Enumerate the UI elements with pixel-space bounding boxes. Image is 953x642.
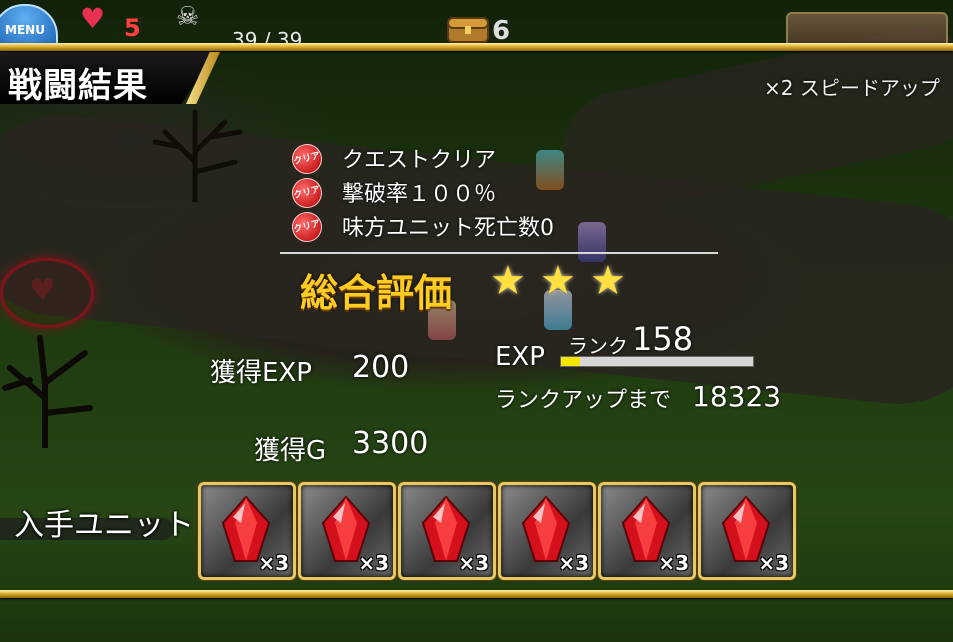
- treasure-chest-icon: [447, 17, 489, 43]
- clear-badge-icon: クリア: [288, 174, 326, 212]
- clear-condition: クリア 味方ユニット死亡数0: [288, 208, 712, 246]
- clear-badge-icon: クリア: [288, 208, 326, 246]
- unit-quantity: ×3: [358, 551, 389, 575]
- exp-progress-bar: [560, 356, 754, 367]
- overall-rating-label: 総合評価: [300, 271, 453, 315]
- obtained-unit-slot[interactable]: ×3: [698, 482, 796, 580]
- skull-icon: ☠: [176, 2, 200, 32]
- clear-badge-icon: クリア: [288, 140, 326, 178]
- earned-exp-label: 獲得EXP: [210, 358, 312, 388]
- rank-up-label: ランクアップまで: [495, 388, 672, 413]
- clear-condition: クリア 撃破率１００％: [288, 174, 712, 212]
- clear-condition: クリア クエストクリア: [288, 140, 712, 178]
- divider: [280, 252, 718, 254]
- top-hud: MENU ♥ 5 ☠ 39 / 39 6: [0, 0, 953, 52]
- unit-quantity: ×3: [458, 551, 489, 575]
- exp-label: EXP: [495, 342, 545, 372]
- unit-quantity: ×3: [258, 551, 289, 575]
- clear-condition-text: 味方ユニット死亡数0: [342, 216, 554, 241]
- star-icon: ★: [590, 258, 626, 304]
- clear-condition-text: クエストクリア: [342, 148, 497, 173]
- rank-up-value: 18323: [692, 380, 782, 413]
- earned-gold-label: 獲得G: [254, 436, 327, 466]
- life-heart-icon: ♥: [80, 2, 106, 35]
- life-value: 5: [124, 14, 141, 42]
- unit-quantity: ×3: [558, 551, 589, 575]
- speed-up-label[interactable]: ×2 スピードアップ: [764, 72, 940, 101]
- unit-quantity: ×3: [658, 551, 689, 575]
- star-icon: ★: [490, 258, 526, 304]
- page-title: 戦闘結果: [8, 66, 148, 106]
- rank-label: ランク: [568, 334, 628, 358]
- obtained-unit-slot[interactable]: ×3: [298, 482, 396, 580]
- clear-condition-text: 撃破率１００％: [342, 182, 497, 207]
- cost-value: 6: [492, 16, 511, 46]
- obtained-unit-slot[interactable]: ×3: [198, 482, 296, 580]
- rank-value: 158: [632, 320, 694, 358]
- menu-button[interactable]: MENU: [0, 4, 58, 48]
- obtained-unit-slot[interactable]: ×3: [598, 482, 696, 580]
- earned-gold-value: 3300: [352, 426, 429, 461]
- obtained-units-label: 入手ユニット: [14, 508, 194, 543]
- exp-progress-fill: [561, 357, 581, 366]
- unit-quantity: ×3: [758, 551, 789, 575]
- bottom-gold-bar: [0, 590, 953, 598]
- obtained-unit-slot[interactable]: ×3: [498, 482, 596, 580]
- star-icon: ★: [540, 258, 576, 304]
- earned-exp-value: 200: [352, 350, 410, 385]
- obtained-unit-slot[interactable]: ×3: [398, 482, 496, 580]
- top-gold-bar: [0, 43, 953, 51]
